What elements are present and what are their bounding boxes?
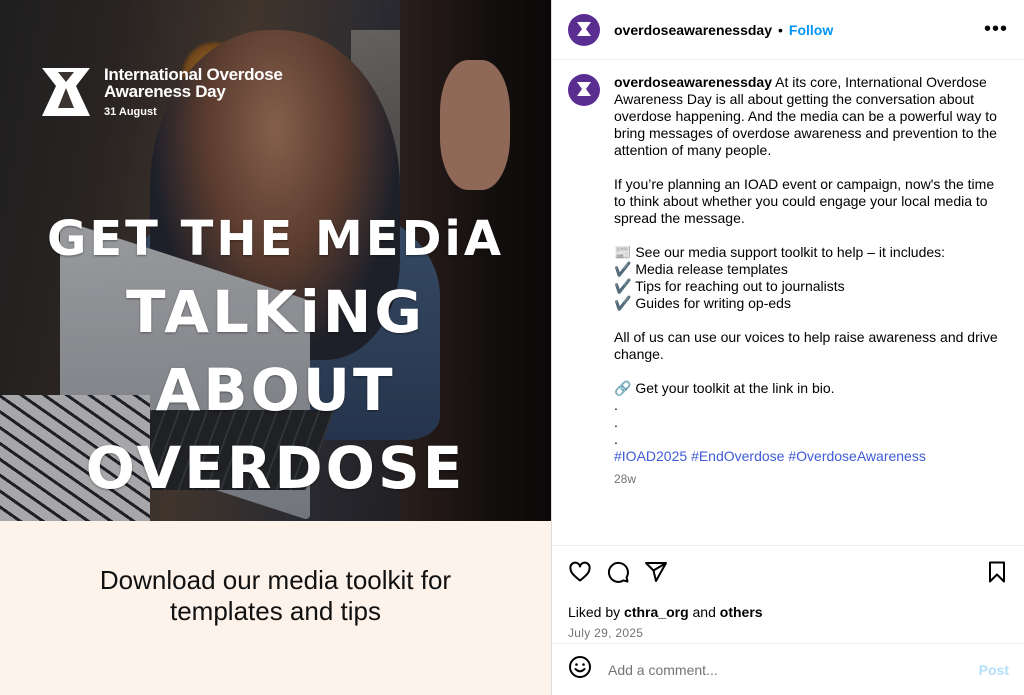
- toolkit-item: ✔️ Media release templates: [614, 261, 788, 277]
- ioad-avatar-icon: [577, 82, 591, 96]
- ioad-logo-text: International Overdose Awareness Day 31 …: [104, 66, 283, 118]
- post-date[interactable]: July 29, 2025: [568, 626, 1009, 640]
- liked-by: Liked by cthra_org and others: [568, 604, 1009, 620]
- liked-by-user[interactable]: cthra_org: [624, 604, 689, 620]
- liked-by-prefix: Liked by: [568, 604, 621, 620]
- post-side-panel: overdoseawarenessday • Follow ••• overdo…: [551, 0, 1024, 695]
- hashtag-link[interactable]: #EndOverdose: [691, 448, 784, 464]
- post-caption: overdoseawarenessday At its core, Intern…: [568, 74, 1008, 488]
- action-icons: [568, 558, 1009, 586]
- headline-line2: TALKiNG ABOUT: [126, 278, 425, 424]
- liked-by-others[interactable]: others: [720, 604, 763, 620]
- headline-line3: OVERDOSE: [85, 434, 466, 502]
- hashtag-link[interactable]: #OverdoseAwareness: [788, 448, 925, 464]
- caption-paragraph3: All of us can use our voices to help rai…: [614, 329, 998, 362]
- banner-text: Download our media toolkit for templates…: [0, 565, 551, 627]
- post-media[interactable]: International Overdose Awareness Day 31 …: [0, 0, 551, 695]
- caption-paragraph1: overdoseawarenessday At its core, Intern…: [614, 74, 1004, 159]
- heart-icon[interactable]: [568, 560, 592, 584]
- caption-toolkit: 📰 See our media support toolkit to help …: [614, 244, 1004, 312]
- hashtags: #IOAD2025 #EndOverdose #OverdoseAwarenes…: [614, 448, 1004, 465]
- toolkit-item: ✔️ Tips for reaching out to journalists: [614, 278, 845, 294]
- ioad-logo: International Overdose Awareness Day 31 …: [38, 66, 283, 118]
- post-header: overdoseawarenessday • Follow •••: [552, 0, 1024, 60]
- org-date: 31 August: [104, 106, 157, 118]
- more-options-button[interactable]: •••: [984, 18, 1008, 41]
- caption-username[interactable]: overdoseawarenessday: [614, 74, 772, 90]
- caption-paragraph2: If you’re planning an IOAD event or camp…: [614, 176, 995, 226]
- post-actions: Liked by cthra_org and others July 29, 2…: [552, 545, 1024, 640]
- caption-avatar[interactable]: [568, 74, 600, 106]
- caption-dot: .: [614, 414, 618, 430]
- ioad-logo-icon: [42, 68, 90, 116]
- hashtag-link[interactable]: #IOAD2025: [614, 448, 687, 464]
- avatar[interactable]: [568, 13, 600, 46]
- headline-line1: GET THE MEDiA: [46, 211, 505, 267]
- caption-body: overdoseawarenessday At its core, Intern…: [614, 74, 1004, 488]
- org-name-line2: Awareness Day: [104, 82, 226, 101]
- liked-by-and: and: [692, 604, 716, 620]
- post-comment-button[interactable]: Post: [979, 662, 1009, 678]
- instagram-post-view: International Overdose Awareness Day 31 …: [0, 0, 1024, 695]
- comment-bar: Post: [552, 643, 1024, 695]
- smiley-icon: [569, 656, 591, 678]
- caption-time-ago[interactable]: 28w: [614, 471, 1004, 488]
- bookmark-icon[interactable]: [985, 560, 1009, 584]
- caption-dot: .: [614, 431, 618, 447]
- org-name-line1: International Overdose: [104, 65, 283, 84]
- post-username[interactable]: overdoseawarenessday: [614, 22, 772, 38]
- emoji-button[interactable]: [568, 655, 592, 684]
- toolkit-intro: 📰 See our media support toolkit to help …: [614, 244, 946, 260]
- post-headline: GET THE MEDiA TALKiNG ABOUT OVERDOSE: [0, 205, 551, 507]
- separator-dot: •: [777, 21, 783, 38]
- caption-dot: .: [614, 397, 618, 413]
- toolkit-link-line: 🔗 Get your toolkit at the link in bio.: [614, 380, 835, 396]
- ioad-avatar-icon: [577, 21, 591, 36]
- toolkit-item: ✔️ Guides for writing op-eds: [614, 295, 791, 311]
- post-banner: Download our media toolkit for templates…: [0, 521, 551, 695]
- banner-line2: templates and tips: [169, 596, 381, 626]
- caption-link-block: 🔗 Get your toolkit at the link in bio. .…: [614, 380, 1004, 465]
- banner-line1: Download our media toolkit for: [99, 565, 452, 595]
- comment-icon[interactable]: [606, 560, 630, 584]
- follow-button[interactable]: Follow: [789, 22, 833, 38]
- share-icon[interactable]: [644, 560, 668, 584]
- comment-input[interactable]: [606, 660, 979, 679]
